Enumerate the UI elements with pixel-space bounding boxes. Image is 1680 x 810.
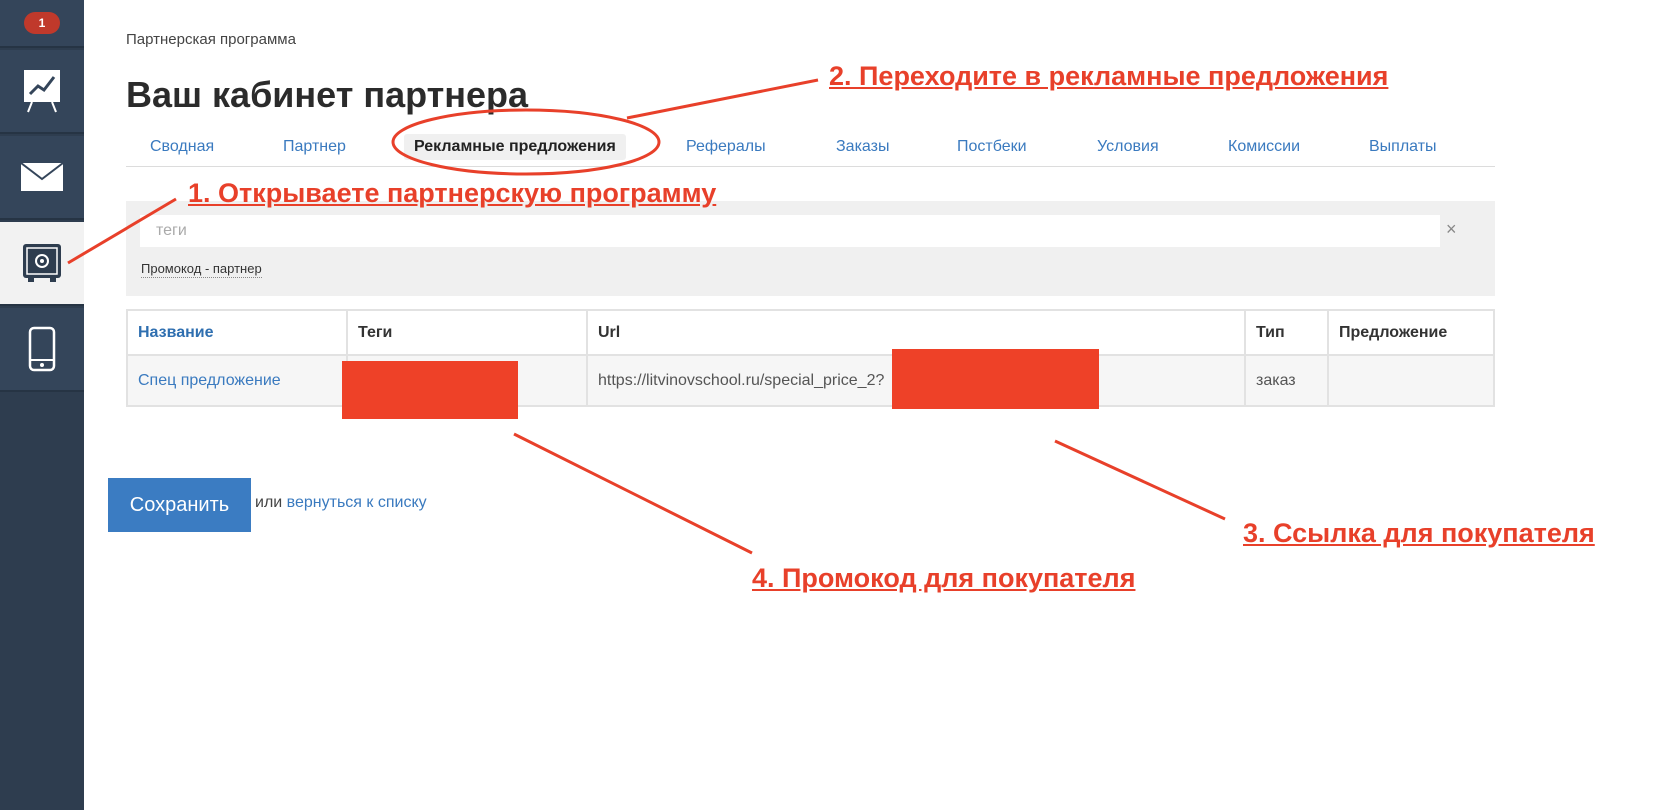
offers-table: Название Теги Url Тип Предложение Спец п… [126,309,1495,407]
tags-input[interactable]: теги [140,215,1440,247]
tab-postbacks[interactable]: Постбеки [957,138,1027,156]
tab-commissions[interactable]: Комиссии [1228,138,1300,156]
sidebar-item-statistics[interactable] [0,50,84,134]
table-row: Спец предложение https://litvinovschool.… [126,354,1495,407]
table-header-row: Название Теги Url Тип Предложение [126,309,1495,356]
clear-icon[interactable]: × [1446,219,1457,240]
tab-payouts[interactable]: Выплаты [1369,138,1437,156]
column-header-offer: Предложение [1327,309,1495,356]
sidebar-item-mobile[interactable] [0,308,84,392]
annotation-step-2: 2. Переходите в рекламные предложения [829,61,1389,91]
offer-link[interactable]: Спец предложение [138,372,281,389]
column-header-tags: Теги [346,309,588,356]
tab-conditions[interactable]: Условия [1097,138,1159,156]
back-link-area: или вернуться к списку [255,494,427,512]
annotation-step-1: 1. Открываете партнерскую программу [188,178,717,208]
tab-summary[interactable]: Сводная [150,138,214,156]
chart-board-icon [24,70,60,113]
page-title: Ваш кабинет партнера [126,74,529,115]
tab-orders[interactable]: Заказы [836,138,889,156]
sidebar: 1 [0,0,84,810]
tab-referrals[interactable]: Рефералы [686,138,766,156]
save-button[interactable]: Сохранить [108,478,251,532]
tab-bar: Сводная Партнер Рекламные предложения Ре… [126,128,1495,167]
page: 1 Партнерская программа Ваш кабинет парт… [0,0,1680,810]
annotation-line-2 [626,78,819,120]
notification-area[interactable]: 1 [0,0,84,48]
tag-chip[interactable]: Промокод - партнер [141,261,262,278]
cell-name: Спец предложение [126,354,348,407]
notification-badge: 1 [24,12,60,34]
safe-icon [23,244,61,282]
redaction-url [892,349,1099,409]
or-label: или [255,494,283,511]
tag-filter: теги × Промокод - партнер [126,201,1495,296]
breadcrumb[interactable]: Партнерская программа [126,31,296,48]
annotation-line-4 [513,432,753,555]
cell-offer [1327,354,1495,407]
tab-ad-offers[interactable]: Рекламные предложения [404,134,626,160]
tab-partner[interactable]: Партнер [283,138,346,156]
envelope-icon [20,162,64,191]
column-header-type: Тип [1244,309,1329,356]
sidebar-item-messages[interactable] [0,136,84,220]
back-to-list-link[interactable]: вернуться к списку [287,494,427,511]
sidebar-item-partner-program[interactable] [0,222,84,306]
annotation-step-4: 4. Промокод для покупателя [752,563,1136,593]
annotation-step-3: 3. Ссылка для покупателя [1243,518,1595,548]
phone-icon [28,326,56,372]
column-header-name[interactable]: Название [126,309,348,356]
annotation-line-3 [1054,439,1226,521]
cell-type: заказ [1244,354,1329,407]
redaction-promo-code [342,361,518,419]
